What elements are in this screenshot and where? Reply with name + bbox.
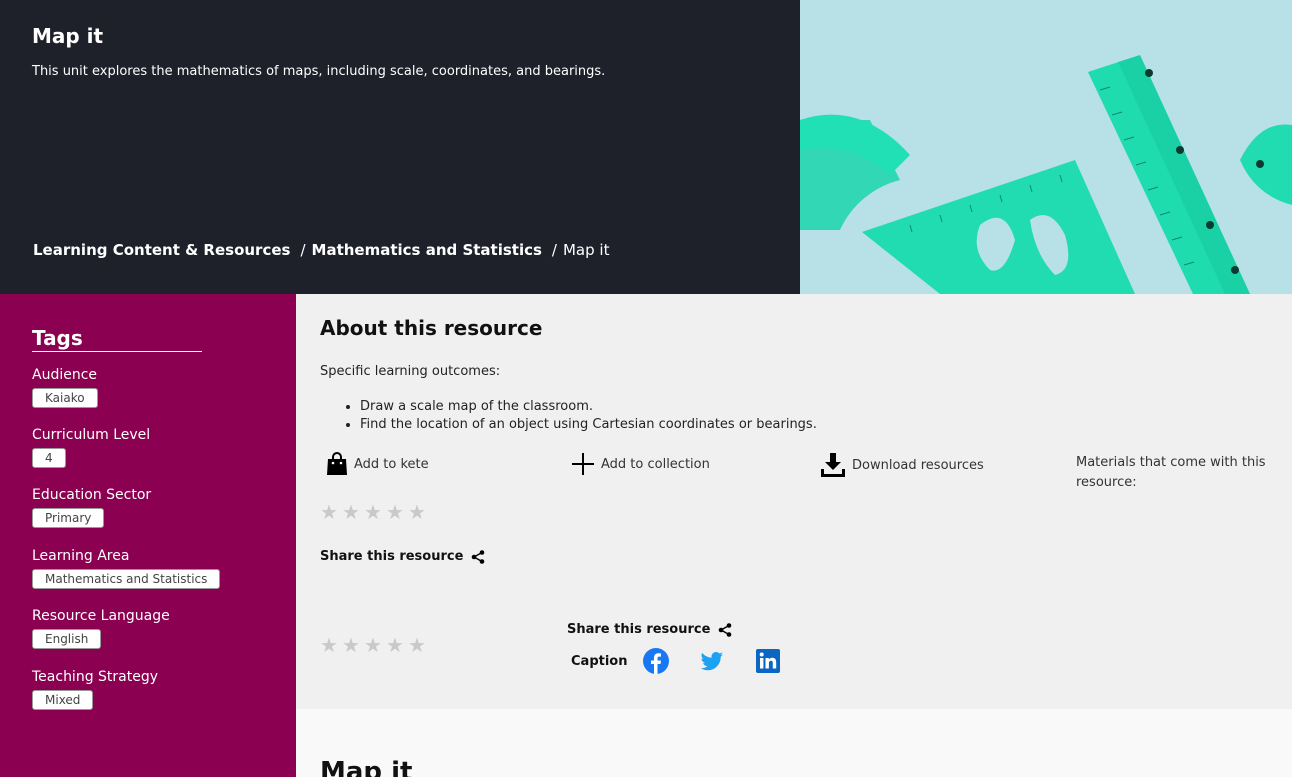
facebook-icon[interactable] (643, 648, 670, 674)
tag-group-audience: Audience Kaiako (32, 367, 98, 408)
download-resources-label: Download resources (852, 457, 984, 473)
outcomes-list: Draw a scale map of the classroom. Find … (360, 398, 817, 434)
list-item: Find the location of an object using Car… (360, 416, 817, 434)
star-icon[interactable]: ★ (408, 635, 426, 655)
breadcrumb-separator: / (551, 241, 557, 259)
list-item: Draw a scale map of the classroom. (360, 398, 817, 416)
hero-image (800, 0, 1292, 294)
about-resource-panel: About this resource Specific learning ou… (296, 294, 1292, 709)
page-title: Map it (32, 24, 104, 48)
breadcrumb-separator: / (300, 241, 306, 259)
twitter-icon[interactable] (699, 648, 725, 674)
breadcrumb-current: Map it (562, 241, 610, 259)
star-icon[interactable]: ★ (342, 502, 360, 522)
tag-pill[interactable]: Primary (32, 508, 105, 528)
add-to-collection-button[interactable]: Add to collection (571, 452, 710, 476)
bag-icon (327, 452, 347, 475)
tag-group-resource-language: Resource Language English (32, 608, 170, 649)
about-heading: About this resource (320, 316, 543, 340)
outcomes-label: Specific learning outcomes: (320, 364, 501, 379)
star-rating[interactable]: ★ ★ ★ ★ ★ (320, 502, 426, 522)
linkedin-icon[interactable] (755, 648, 781, 674)
share-icon (472, 549, 485, 564)
share-icon (719, 622, 732, 637)
section-heading: Map it (320, 757, 413, 777)
tag-label: Education Sector (32, 487, 152, 503)
share-label: Share this resource (320, 549, 464, 564)
star-icon[interactable]: ★ (342, 635, 360, 655)
share-resource-button[interactable]: Share this resource (567, 622, 732, 637)
star-icon[interactable]: ★ (386, 502, 404, 522)
share-label: Share this resource (567, 622, 711, 637)
share-resource-button[interactable]: Share this resource (320, 549, 485, 564)
star-icon[interactable]: ★ (386, 635, 404, 655)
star-icon[interactable]: ★ (320, 635, 338, 655)
tag-group-learning-area: Learning Area Mathematics and Statistics (32, 548, 221, 589)
tag-pill[interactable]: Kaiako (32, 388, 98, 408)
breadcrumb: Learning Content & Resources / Mathemati… (33, 241, 609, 259)
plus-icon (572, 453, 594, 475)
tag-label: Learning Area (32, 548, 130, 564)
breadcrumb-mathematics[interactable]: Mathematics and Statistics (312, 241, 542, 259)
add-to-collection-label: Add to collection (601, 456, 710, 472)
tag-group-curriculum-level: Curriculum Level 4 (32, 427, 150, 468)
tag-label: Resource Language (32, 608, 170, 624)
caption-label: Caption (571, 653, 628, 669)
tag-label: Teaching Strategy (32, 669, 159, 685)
tag-pill[interactable]: Mathematics and Statistics (32, 569, 221, 589)
star-icon[interactable]: ★ (364, 635, 382, 655)
social-share-row: Caption (571, 648, 811, 674)
star-icon[interactable]: ★ (408, 502, 426, 522)
materials-text: Materials that come with this resource: (1076, 455, 1266, 490)
download-icon (821, 453, 845, 477)
tag-label: Audience (32, 367, 98, 383)
tags-sidebar: Tags Audience Kaiako Curriculum Level 4 … (0, 294, 296, 777)
tag-group-education-sector: Education Sector Primary (32, 487, 151, 528)
tags-heading: Tags (32, 326, 202, 352)
tag-pill[interactable]: Mixed (32, 690, 94, 710)
hero-banner: Map it This unit explores the mathematic… (0, 0, 800, 294)
content-section: Map it (296, 709, 1292, 777)
download-resources-button[interactable]: Download resources (820, 452, 984, 478)
tag-pill[interactable]: English (32, 629, 102, 649)
breadcrumb-learning-content[interactable]: Learning Content & Resources (33, 241, 290, 259)
add-to-kete-label: Add to kete (354, 456, 429, 472)
page-description: This unit explores the mathematics of ma… (32, 64, 606, 79)
add-to-kete-button[interactable]: Add to kete (326, 452, 429, 476)
star-rating[interactable]: ★ ★ ★ ★ ★ (320, 635, 426, 655)
tag-group-teaching-strategy: Teaching Strategy Mixed (32, 669, 158, 710)
tag-pill[interactable]: 4 (32, 448, 66, 468)
rulers-protractor-image (800, 55, 1292, 294)
star-icon[interactable]: ★ (364, 502, 382, 522)
tag-label: Curriculum Level (32, 427, 151, 443)
star-icon[interactable]: ★ (320, 502, 338, 522)
